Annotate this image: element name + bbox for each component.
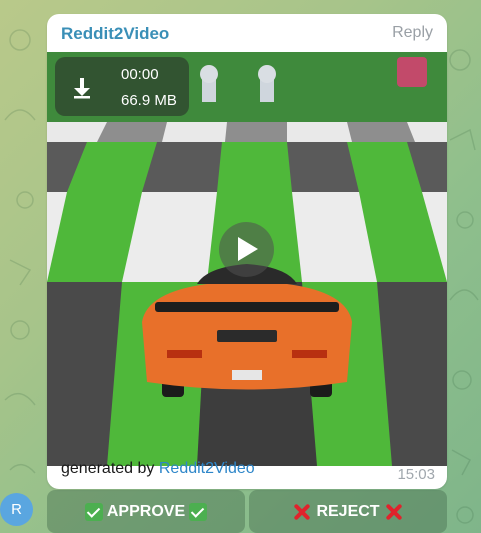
message-bubble[interactable]: Reddit2Video Reply 00:00 66.9 MB generat… xyxy=(47,14,447,489)
cross-mark-icon xyxy=(384,502,404,522)
video-duration: 00:00 xyxy=(121,66,159,83)
message-time: 15:03 xyxy=(397,466,435,483)
approve-button[interactable]: APPROVE xyxy=(47,490,245,533)
reject-label: REJECT xyxy=(316,502,380,520)
inline-keyboard: APPROVE REJECT xyxy=(47,490,447,533)
caption-link[interactable]: Reddit2Video xyxy=(159,460,255,477)
avatar[interactable]: R xyxy=(0,493,33,526)
message-caption: generated by Reddit2Video xyxy=(61,460,255,478)
approve-label: APPROVE xyxy=(106,502,186,520)
cross-mark-icon xyxy=(292,502,312,522)
play-button[interactable] xyxy=(219,222,274,277)
video-preview[interactable]: 00:00 66.9 MB xyxy=(47,52,447,466)
avatar-initial: R xyxy=(11,501,22,518)
download-chip[interactable]: 00:00 66.9 MB xyxy=(55,57,189,116)
message-header: Reddit2Video Reply xyxy=(47,14,447,52)
check-mark-icon xyxy=(84,502,103,521)
sender-name[interactable]: Reddit2Video xyxy=(61,24,169,44)
check-mark-icon xyxy=(189,502,208,521)
play-icon xyxy=(238,237,258,261)
reject-button[interactable]: REJECT xyxy=(249,490,447,533)
reply-button[interactable]: Reply xyxy=(392,24,433,42)
caption-text: generated by xyxy=(61,460,155,477)
download-arrow-icon[interactable] xyxy=(71,77,93,99)
file-size: 66.9 MB xyxy=(121,92,177,109)
